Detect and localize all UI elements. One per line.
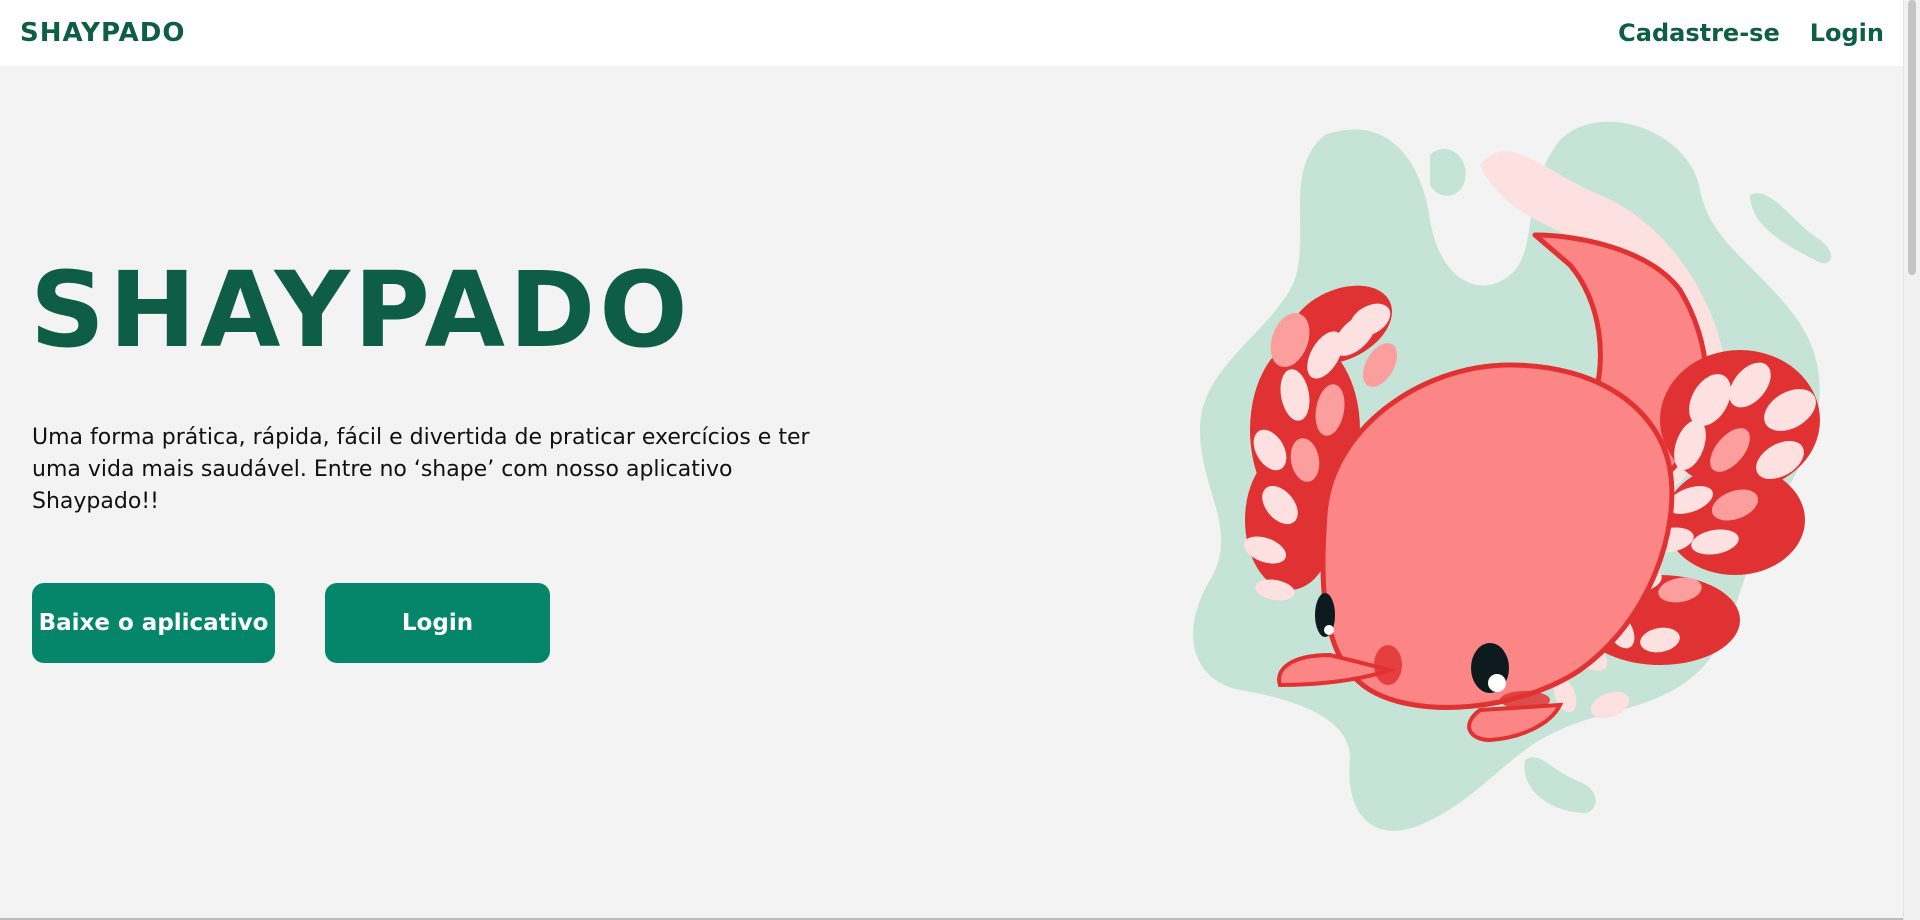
axolotl-eye-right bbox=[1471, 643, 1509, 693]
nav-login-link[interactable]: Login bbox=[1810, 19, 1884, 47]
page: SHAYPADO Cadastre-se Login SHAYPADO Uma … bbox=[0, 0, 1920, 920]
hero-login-button[interactable]: Login bbox=[325, 583, 550, 663]
page-scrollbar[interactable] bbox=[1903, 0, 1920, 920]
download-app-button[interactable]: Baixe o aplicativo bbox=[32, 583, 275, 663]
top-navbar: SHAYPADO Cadastre-se Login bbox=[0, 0, 1904, 66]
axolotl-eye-left bbox=[1315, 593, 1335, 637]
nav-signup-link[interactable]: Cadastre-se bbox=[1618, 19, 1780, 47]
brand-logo[interactable]: SHAYPADO bbox=[20, 18, 185, 48]
nav-links: Cadastre-se Login bbox=[1618, 19, 1884, 47]
hero-description: Uma forma prática, rápida, fácil e diver… bbox=[32, 425, 810, 514]
axolotl-illustration bbox=[1193, 121, 1832, 831]
hero-title: SHAYPADO bbox=[30, 249, 692, 371]
scrollbar-thumb[interactable] bbox=[1908, 0, 1916, 275]
